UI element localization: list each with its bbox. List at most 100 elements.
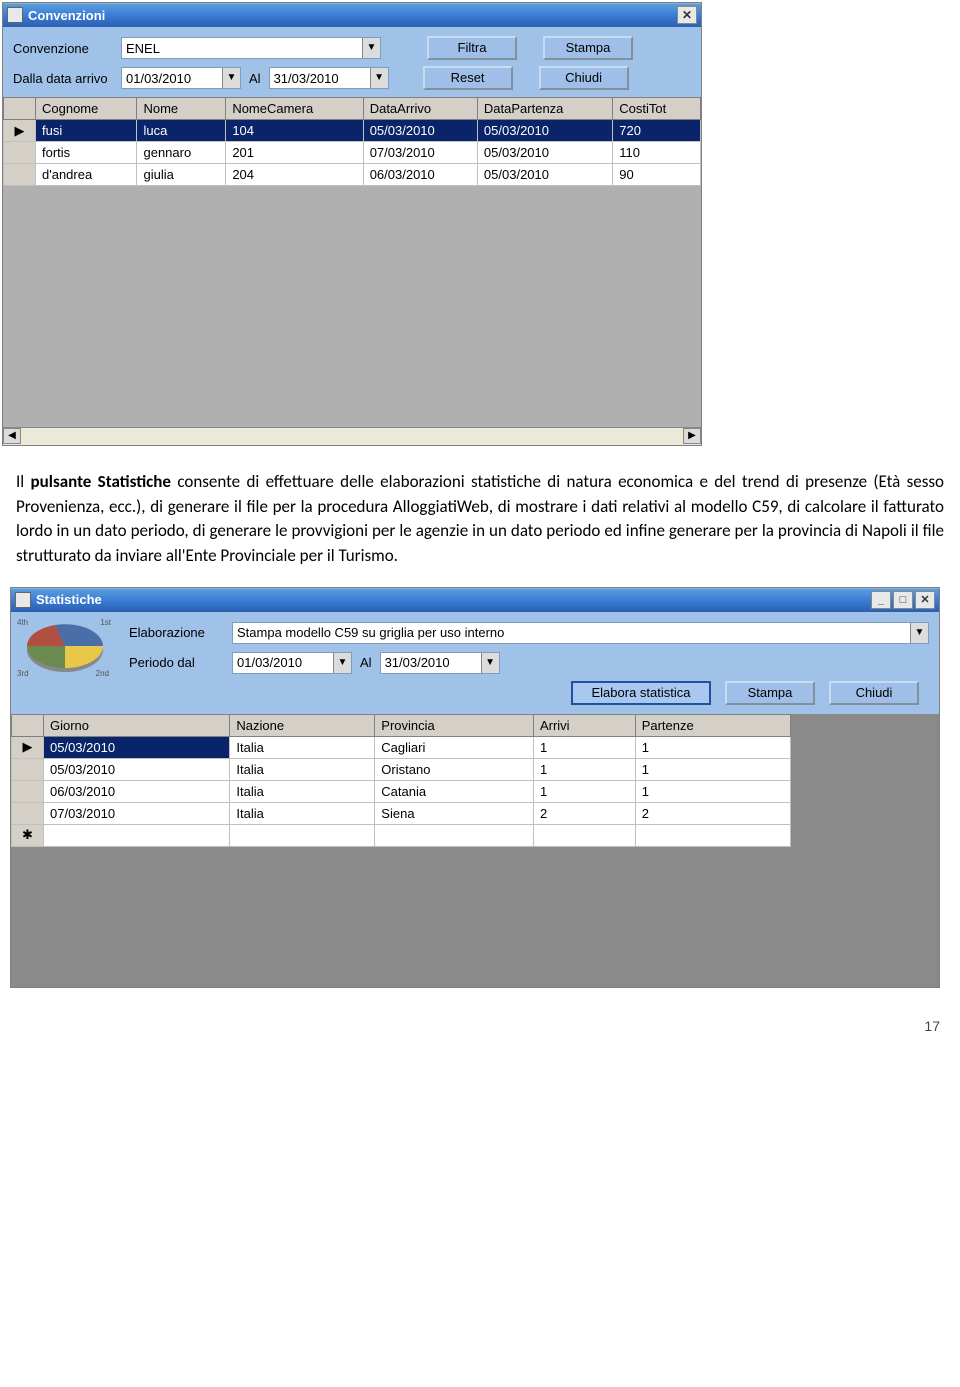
cell-giorno[interactable]: 05/03/2010: [44, 736, 230, 758]
column-header[interactable]: CostiTot: [613, 98, 701, 120]
column-header[interactable]: Cognome: [36, 98, 137, 120]
chevron-down-icon[interactable]: ▼: [362, 38, 380, 58]
cell-partenze[interactable]: 1: [635, 736, 790, 758]
cell-costitot[interactable]: 90: [613, 164, 701, 186]
cell-provincia[interactable]: Cagliari: [375, 736, 534, 758]
cell-nome[interactable]: giulia: [137, 164, 226, 186]
cell-giorno[interactable]: 05/03/2010: [44, 758, 230, 780]
table-row[interactable]: 06/03/2010ItaliaCatania11: [12, 780, 791, 802]
convenzione-combo[interactable]: ENEL ▼: [121, 37, 381, 59]
cell-arrivi[interactable]: 1: [533, 758, 635, 780]
empty-cell[interactable]: [375, 824, 534, 846]
stats-date-to-combo[interactable]: 31/03/2010 ▼: [380, 652, 500, 674]
cell-nomecamera[interactable]: 204: [226, 164, 363, 186]
elaborazione-combo[interactable]: Stampa modello C59 su griglia per uso in…: [232, 622, 929, 644]
stats-stampa-button[interactable]: Stampa: [725, 681, 815, 705]
cell-giorno[interactable]: 07/03/2010: [44, 802, 230, 824]
table-row[interactable]: d'andreagiulia20406/03/201005/03/201090: [4, 164, 701, 186]
cell-arrivi[interactable]: 1: [533, 780, 635, 802]
statistiche-grid[interactable]: GiornoNazioneProvinciaArriviPartenze▶05/…: [11, 714, 791, 847]
cell-nazione[interactable]: Italia: [230, 780, 375, 802]
cell-nome[interactable]: luca: [137, 120, 226, 142]
cell-dataarrivo[interactable]: 06/03/2010: [363, 164, 477, 186]
row-marker[interactable]: [4, 142, 36, 164]
stampa-button[interactable]: Stampa: [543, 36, 633, 60]
row-marker[interactable]: [12, 780, 44, 802]
cell-cognome[interactable]: fusi: [36, 120, 137, 142]
table-row[interactable]: ▶05/03/2010ItaliaCagliari11: [12, 736, 791, 758]
cell-nazione[interactable]: Italia: [230, 758, 375, 780]
empty-cell[interactable]: [533, 824, 635, 846]
column-header[interactable]: Nazione: [230, 714, 375, 736]
cell-cognome[interactable]: fortis: [36, 142, 137, 164]
cell-cognome[interactable]: d'andrea: [36, 164, 137, 186]
close-icon[interactable]: ✕: [677, 6, 697, 24]
cell-partenze[interactable]: 1: [635, 780, 790, 802]
chevron-down-icon[interactable]: ▼: [333, 653, 351, 673]
scroll-left-icon[interactable]: ◀: [3, 428, 21, 444]
chevron-down-icon[interactable]: ▼: [222, 68, 240, 88]
cell-arrivi[interactable]: 1: [533, 736, 635, 758]
stats-chiudi-button[interactable]: Chiudi: [829, 681, 919, 705]
column-header[interactable]: [12, 714, 44, 736]
cell-provincia[interactable]: Oristano: [375, 758, 534, 780]
column-header[interactable]: NomeCamera: [226, 98, 363, 120]
cell-nomecamera[interactable]: 104: [226, 120, 363, 142]
empty-cell[interactable]: [635, 824, 790, 846]
cell-nomecamera[interactable]: 201: [226, 142, 363, 164]
close-icon[interactable]: ✕: [915, 591, 935, 609]
table-row[interactable]: 07/03/2010ItaliaSiena22: [12, 802, 791, 824]
column-header[interactable]: Nome: [137, 98, 226, 120]
row-marker[interactable]: ▶: [12, 736, 44, 758]
table-row[interactable]: fortisgennaro20107/03/201005/03/2010110: [4, 142, 701, 164]
chevron-down-icon[interactable]: ▼: [481, 653, 499, 673]
row-marker[interactable]: [12, 802, 44, 824]
reset-button[interactable]: Reset: [423, 66, 513, 90]
convenzioni-grid[interactable]: CognomeNomeNomeCameraDataArrivoDataParte…: [3, 97, 701, 186]
empty-cell[interactable]: [44, 824, 230, 846]
minimize-icon[interactable]: _: [871, 591, 891, 609]
cell-partenze[interactable]: 1: [635, 758, 790, 780]
stats-date-from-combo[interactable]: 01/03/2010 ▼: [232, 652, 352, 674]
column-header[interactable]: Provincia: [375, 714, 534, 736]
cell-nome[interactable]: gennaro: [137, 142, 226, 164]
cell-arrivi[interactable]: 2: [533, 802, 635, 824]
column-header[interactable]: [4, 98, 36, 120]
table-row[interactable]: 05/03/2010ItaliaOristano11: [12, 758, 791, 780]
cell-provincia[interactable]: Catania: [375, 780, 534, 802]
elabora-statistica-button[interactable]: Elabora statistica: [571, 681, 711, 705]
column-header[interactable]: Partenze: [635, 714, 790, 736]
cell-datapartenza[interactable]: 05/03/2010: [477, 164, 612, 186]
convenzioni-titlebar[interactable]: Convenzioni ✕: [3, 3, 701, 27]
chiudi-button[interactable]: Chiudi: [539, 66, 629, 90]
cell-giorno[interactable]: 06/03/2010: [44, 780, 230, 802]
chevron-down-icon[interactable]: ▼: [370, 68, 388, 88]
table-row[interactable]: ▶fusiluca10405/03/201005/03/2010720: [4, 120, 701, 142]
column-header[interactable]: DataPartenza: [477, 98, 612, 120]
row-marker[interactable]: ▶: [4, 120, 36, 142]
cell-partenze[interactable]: 2: [635, 802, 790, 824]
row-marker[interactable]: [4, 164, 36, 186]
cell-costitot[interactable]: 720: [613, 120, 701, 142]
chevron-down-icon[interactable]: ▼: [910, 623, 928, 643]
filtra-button[interactable]: Filtra: [427, 36, 517, 60]
horizontal-scrollbar[interactable]: ◀ ▶: [3, 427, 701, 445]
cell-datapartenza[interactable]: 05/03/2010: [477, 120, 612, 142]
column-header[interactable]: DataArrivo: [363, 98, 477, 120]
maximize-icon[interactable]: □: [893, 591, 913, 609]
cell-datapartenza[interactable]: 05/03/2010: [477, 142, 612, 164]
scroll-track[interactable]: [21, 428, 683, 445]
cell-dataarrivo[interactable]: 05/03/2010: [363, 120, 477, 142]
cell-dataarrivo[interactable]: 07/03/2010: [363, 142, 477, 164]
table-new-row[interactable]: ✱: [12, 824, 791, 846]
date-from-combo[interactable]: 01/03/2010 ▼: [121, 67, 241, 89]
cell-nazione[interactable]: Italia: [230, 802, 375, 824]
column-header[interactable]: Giorno: [44, 714, 230, 736]
column-header[interactable]: Arrivi: [533, 714, 635, 736]
date-to-combo[interactable]: 31/03/2010 ▼: [269, 67, 389, 89]
cell-nazione[interactable]: Italia: [230, 736, 375, 758]
statistiche-titlebar[interactable]: Statistiche _ □ ✕: [11, 588, 939, 612]
empty-cell[interactable]: [230, 824, 375, 846]
scroll-right-icon[interactable]: ▶: [683, 428, 701, 444]
cell-provincia[interactable]: Siena: [375, 802, 534, 824]
